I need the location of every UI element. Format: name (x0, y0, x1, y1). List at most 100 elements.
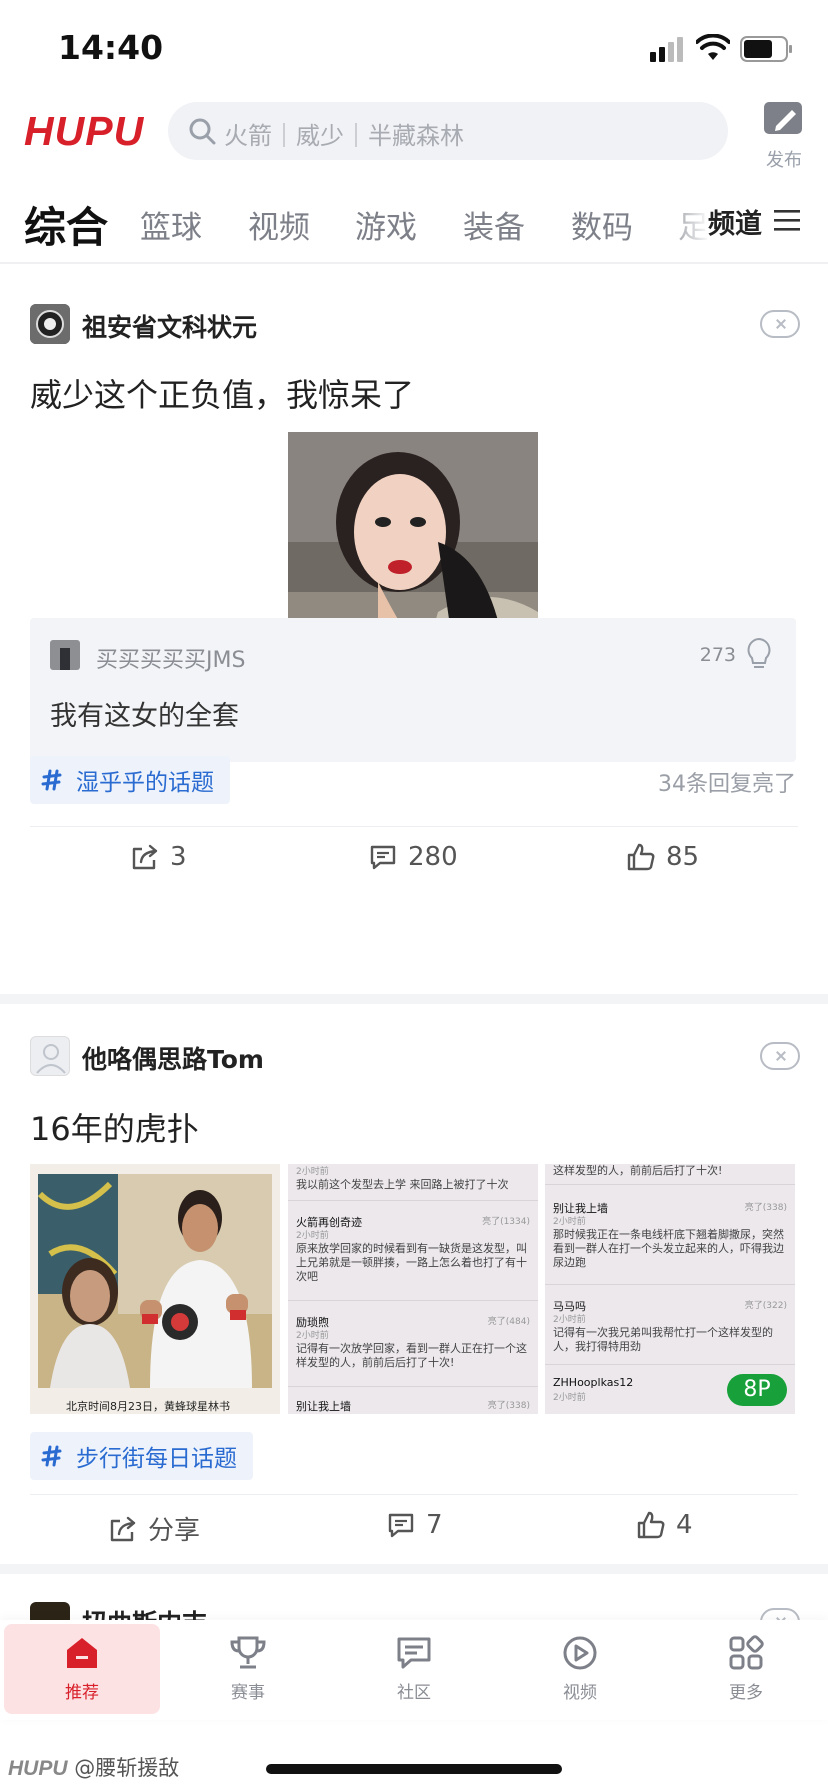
post-image-2[interactable]: 2小时前 我以前这个发型去上学 来回路上被打了十次 火箭再创奇迹 亮了(1334… (288, 1164, 538, 1414)
community-icon (397, 1637, 431, 1669)
topic-tag[interactable]: 步行街每日话题 (30, 1432, 253, 1480)
edit-icon (764, 102, 802, 134)
home-indicator[interactable] (266, 1764, 562, 1774)
thumb-text: 原来放学回家的时候看到有一缺货是这发型，叫上兄弟就是一顿胖揍，一路上怎么着也打了… (296, 1242, 527, 1283)
watermark-logo: HUPU (8, 1757, 68, 1780)
post-image-3[interactable]: 这样发型的人，前前后后打了十次! 别让我上墙 亮了(338) 2小时前 那时候我… (545, 1164, 795, 1414)
share-icon (132, 844, 158, 870)
nav-label: 视频 (563, 1683, 597, 1703)
comment-count: 7 (426, 1510, 443, 1540)
tab-digital[interactable]: 数码 (571, 202, 633, 247)
like-button[interactable]: 4 (636, 1510, 693, 1540)
author-name[interactable]: 祖安省文科状元 (82, 308, 257, 344)
tab-fade (660, 188, 710, 260)
tab-video[interactable]: 视频 (248, 202, 310, 247)
home-icon (67, 1638, 97, 1668)
video-play-icon (563, 1636, 597, 1670)
dismiss-button[interactable] (760, 1608, 800, 1620)
thumb-text: 这样发型的人，前前后后打了十次! (553, 1164, 723, 1177)
post-image-1[interactable]: 北京时间8月23日，黄蜂球星林书 (30, 1164, 280, 1414)
like-button[interactable]: 85 (626, 842, 699, 872)
battery-icon (740, 36, 792, 62)
comment-icon (388, 1513, 414, 1538)
hupu-logo[interactable]: HUPU (24, 108, 144, 155)
author-name[interactable]: 他咯偶思路Tom (82, 1040, 264, 1076)
replies-lit[interactable]: 34条回复亮了 (658, 766, 796, 798)
thumb-lit: 亮了(484) (487, 1317, 530, 1327)
status-time: 14:40 (58, 28, 164, 67)
thumbs-up-icon (637, 1511, 665, 1539)
post-card[interactable]: 祖安省文科状元 威少这个正负值，我惊呆了 买买买买买JMS 273 我有这女的全… (0, 264, 828, 994)
publish-button[interactable]: 发布 (760, 98, 808, 172)
post-separator (0, 994, 828, 1004)
topic-label: 步行街每日话题 (76, 1446, 237, 1472)
share-button[interactable]: 3 (130, 842, 187, 872)
comments-button[interactable]: 7 (386, 1510, 443, 1540)
avatar[interactable] (30, 1602, 70, 1620)
comment-count: 280 (408, 842, 458, 872)
thumb-time: 2小时前 (553, 1393, 586, 1403)
thumb-user: 别让我上墙 (296, 1400, 351, 1413)
top-comment[interactable]: 买买买买买JMS 273 我有这女的全套 (30, 618, 796, 762)
thumb-lit: 亮了(338) (744, 1203, 787, 1213)
tab-comprehensive[interactable]: 综合 (24, 194, 108, 255)
tab-basketball[interactable]: 篮球 (140, 202, 202, 247)
thumb-user: ZHHooplkas12 (553, 1376, 634, 1389)
comments-button[interactable]: 280 (368, 842, 458, 872)
nav-recommend[interactable]: 推荐 (4, 1624, 160, 1714)
share-icon (110, 1516, 136, 1541)
image-count-badge: 8P (727, 1374, 787, 1406)
avatar[interactable] (30, 304, 70, 344)
tab-gear[interactable]: 装备 (463, 202, 525, 247)
watermark: HUPU @腰斩援敌 (8, 1752, 179, 1782)
share-label: 分享 (148, 1516, 201, 1546)
default-avatar-icon (36, 1044, 66, 1074)
thumb-lit: 亮了(1334) (482, 1217, 530, 1227)
cellular-signal-icon (650, 37, 683, 62)
like-count: 85 (666, 842, 700, 872)
nav-label: 赛事 (231, 1683, 265, 1703)
thumb-divider (288, 1386, 538, 1387)
topic-tag[interactable]: 湿乎乎的话题 (30, 756, 230, 804)
action-divider (30, 826, 798, 827)
nav-more[interactable]: 更多 (668, 1624, 824, 1714)
nav-community[interactable]: 社区 (336, 1624, 492, 1714)
more-grid-icon (729, 1635, 764, 1670)
thumb-text: 那时候我正在一条电线杆底下翘着脚撒尿，突然看到一群人在打一个头发立起来的人，吓得… (553, 1228, 784, 1269)
status-bar: 14:40 (0, 0, 828, 96)
share-button[interactable]: 分享 (108, 1510, 200, 1547)
trophy-icon (230, 1636, 266, 1669)
post-title[interactable]: 威少这个正负值，我惊呆了 (30, 370, 414, 416)
thumb-divider (545, 1184, 795, 1185)
thumb-time: 2小时前 (296, 1167, 329, 1177)
search-icon (189, 118, 216, 145)
nav-matches[interactable]: 赛事 (170, 1624, 326, 1714)
nav-label: 社区 (397, 1683, 431, 1703)
thumb-lit: 亮了(338) (487, 1401, 530, 1411)
action-divider (30, 1494, 798, 1495)
nav-video[interactable]: 视频 (502, 1624, 658, 1714)
post-title[interactable]: 16年的虎扑 (30, 1104, 199, 1150)
comment-icon (370, 845, 396, 870)
avatar-image (30, 304, 70, 344)
menu-icon[interactable] (774, 208, 800, 232)
avatar[interactable] (30, 1036, 70, 1076)
thumb-divider (545, 1284, 795, 1285)
comment-avatar (50, 640, 80, 670)
dismiss-button[interactable] (760, 1042, 800, 1070)
post-card[interactable]: 扭曲斯内吉 (0, 1574, 828, 1620)
photo-caption: 北京时间8月23日，黄蜂球星林书 (66, 1400, 230, 1413)
bottom-nav: 推荐 赛事 社区 视频 更多 (0, 1620, 828, 1720)
thumbs-up-icon (627, 843, 655, 871)
lightbulb-icon[interactable] (744, 636, 774, 672)
search-input[interactable]: 火箭｜威少｜半藏森林 (168, 102, 728, 160)
watermark-handle: @腰斩援敌 (74, 1756, 180, 1780)
comment-user: 买买买买买JMS (96, 648, 246, 673)
tab-games[interactable]: 游戏 (355, 202, 417, 247)
thumb-divider (545, 1364, 795, 1365)
dismiss-button[interactable] (760, 310, 800, 338)
topic-hash-icon (41, 1445, 62, 1467)
share-count: 3 (170, 842, 187, 872)
author-name[interactable]: 扭曲斯内吉 (82, 1604, 207, 1620)
channel-button[interactable]: 频道 (708, 202, 762, 241)
